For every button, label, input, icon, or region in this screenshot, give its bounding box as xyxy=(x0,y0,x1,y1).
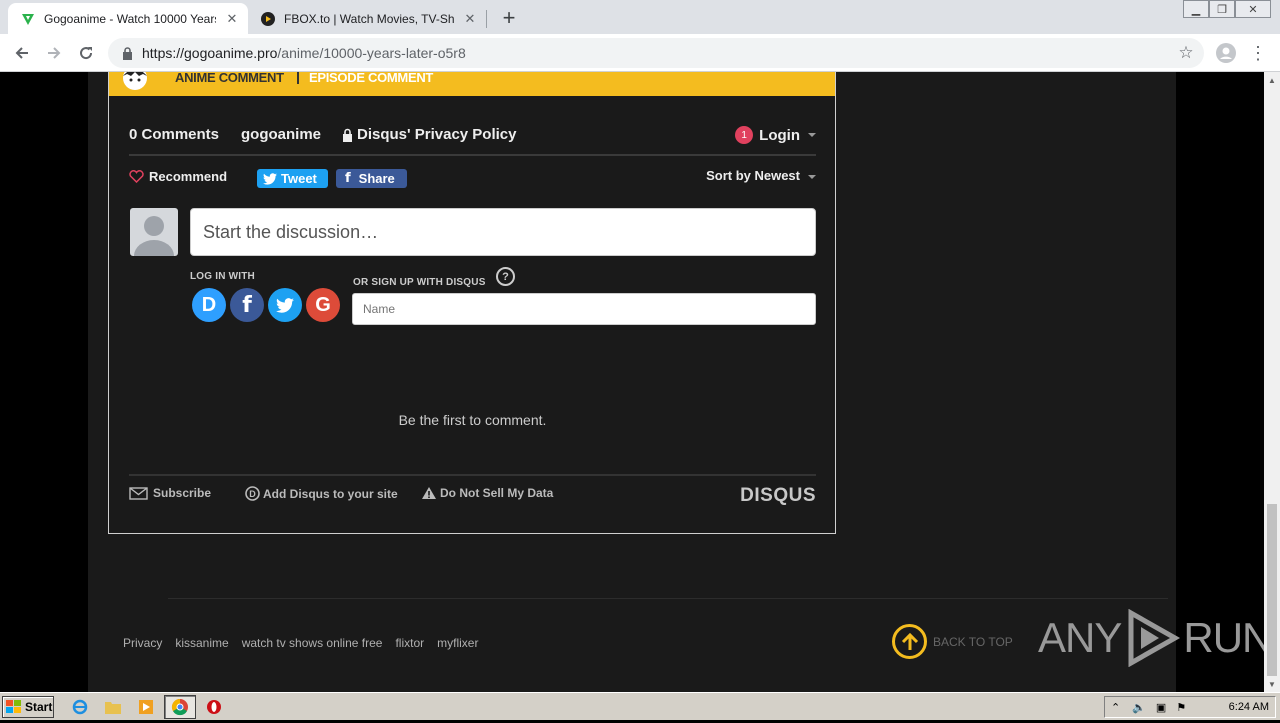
comment-input[interactable]: Start the discussion… xyxy=(190,208,816,256)
sort-dropdown[interactable]: Sort by Newest xyxy=(706,168,816,183)
comment-section: ANIME COMMENT EPISODE COMMENT 0 Comments… xyxy=(108,72,836,534)
back-arrow-icon[interactable] xyxy=(8,39,36,67)
start-button[interactable]: Start xyxy=(2,696,54,718)
tray-expand-icon[interactable]: ⌃ xyxy=(1111,701,1120,714)
windows-logo-icon xyxy=(6,700,21,713)
disqus-brand-logo[interactable]: DISQUS xyxy=(740,485,816,507)
name-field[interactable] xyxy=(352,293,816,325)
comment-tabs-bar: ANIME COMMENT EPISODE COMMENT xyxy=(109,72,835,96)
tab-title: FBOX.to | Watch Movies, TV-Shows xyxy=(284,11,454,26)
lock-icon xyxy=(343,128,352,142)
avatar xyxy=(130,208,178,256)
tab-divider xyxy=(297,72,299,84)
volume-icon[interactable]: 🔈 xyxy=(1132,701,1146,714)
menu-kebab-icon[interactable]: ⋮ xyxy=(1244,39,1272,67)
opera-icon[interactable] xyxy=(205,698,223,716)
url-text: https://gogoanime.pro/anime/10000-years-… xyxy=(142,45,466,61)
tab-title: Gogoanime - Watch 10000 Years Lat xyxy=(44,11,216,26)
back-to-top-button[interactable]: BACK TO TOP xyxy=(892,624,1013,659)
recommend-button[interactable]: Recommend xyxy=(129,169,227,184)
notification-badge: 1 xyxy=(735,126,754,144)
disqus-nav: 0 Comments gogoanime Disqus' Privacy Pol… xyxy=(129,126,816,156)
empty-thread-message: Be the first to comment. xyxy=(398,412,547,428)
forward-arrow-icon[interactable] xyxy=(40,39,68,67)
footer-link-kissanime[interactable]: kissanime xyxy=(175,636,228,650)
google-login-icon[interactable]: G xyxy=(306,288,340,322)
windows-taskbar: Start ⌃ 🔈 ▣ ⚑ 6:24 AM xyxy=(0,692,1280,720)
thread-actions: Recommend Tweet f Share Sort by Newest xyxy=(129,168,816,190)
fbox-favicon-icon xyxy=(260,11,276,27)
system-tray: ⌃ 🔈 ▣ ⚑ 6:24 AM xyxy=(1104,696,1276,718)
mascot-icon xyxy=(123,72,147,90)
heart-icon xyxy=(129,170,144,183)
facebook-login-icon[interactable]: f xyxy=(230,288,264,322)
help-icon[interactable]: ? xyxy=(496,267,515,286)
scrollbar-thumb[interactable] xyxy=(1267,504,1277,676)
share-button[interactable]: f Share xyxy=(336,169,407,188)
gogoanime-favicon-icon xyxy=(20,11,36,27)
address-bar[interactable]: https://gogoanime.pro/anime/10000-years-… xyxy=(108,38,1204,68)
tab-anime-comment[interactable]: ANIME COMMENT xyxy=(175,72,284,84)
lock-icon xyxy=(120,46,134,60)
page-viewport: ANIME COMMENT EPISODE COMMENT 0 Comments… xyxy=(0,72,1264,692)
clock[interactable]: 6:24 AM xyxy=(1229,701,1269,713)
do-not-sell-link[interactable]: Do Not Sell My Data xyxy=(421,486,553,500)
arrow-up-icon xyxy=(892,624,927,659)
media-player-icon[interactable] xyxy=(137,698,155,716)
browser-toolbar: https://gogoanime.pro/anime/10000-years-… xyxy=(0,34,1280,72)
minimize-window-icon[interactable]: ▁ xyxy=(1183,0,1209,18)
footer-divider xyxy=(168,598,1168,599)
footer-link-privacy[interactable]: Privacy xyxy=(123,636,162,650)
comment-count[interactable]: 0 Comments xyxy=(129,126,219,143)
disqus-thread: 0 Comments gogoanime Disqus' Privacy Pol… xyxy=(129,96,816,534)
chevron-down-icon xyxy=(808,174,816,179)
svg-text:D: D xyxy=(249,489,256,499)
tweet-button[interactable]: Tweet xyxy=(257,169,328,188)
sign-up-label: OR SIGN UP WITH DISQUS xyxy=(353,277,486,288)
flag-icon[interactable]: ⚑ xyxy=(1176,701,1186,714)
close-tab-icon[interactable]: ✕ xyxy=(222,9,242,29)
restore-window-icon[interactable]: ❐ xyxy=(1209,0,1235,18)
tab-episode-comment[interactable]: EPISODE COMMENT xyxy=(309,72,433,84)
tab-fbox[interactable]: FBOX.to | Watch Movies, TV-Shows ✕ xyxy=(248,3,486,34)
twitter-login-icon[interactable] xyxy=(268,288,302,322)
log-in-with-label: LOG IN WITH xyxy=(190,271,255,282)
chrome-taskbar-button[interactable] xyxy=(164,695,196,719)
add-disqus-link[interactable]: D Add Disqus to your site xyxy=(245,486,398,501)
tab-separator xyxy=(486,10,487,28)
network-icon[interactable]: ▣ xyxy=(1156,701,1166,714)
scroll-down-arrow-icon[interactable]: ▼ xyxy=(1264,676,1280,692)
anyrun-watermark-logo: ANY RUN xyxy=(1038,609,1264,667)
footer-link-flixtor[interactable]: flixtor xyxy=(395,636,424,650)
footer-links: Privacy kissanime watch tv shows online … xyxy=(123,636,491,650)
facebook-f-icon: f xyxy=(345,171,351,186)
footer-link-tv-shows[interactable]: watch tv shows online free xyxy=(242,636,383,650)
disqus-logo-icon: D xyxy=(245,486,260,501)
envelope-icon xyxy=(129,486,148,500)
subscribe-link[interactable]: Subscribe xyxy=(129,486,211,500)
close-window-icon[interactable]: ✕ xyxy=(1235,0,1271,18)
profile-avatar-icon[interactable] xyxy=(1212,39,1240,67)
chevron-down-icon xyxy=(808,133,816,137)
privacy-policy-link[interactable]: Disqus' Privacy Policy xyxy=(342,126,516,143)
community-name[interactable]: gogoanime xyxy=(241,126,321,143)
scroll-up-arrow-icon[interactable]: ▲ xyxy=(1264,72,1280,88)
new-tab-button[interactable]: + xyxy=(497,5,521,30)
reload-icon[interactable] xyxy=(72,39,100,67)
disqus-footer: Subscribe D Add Disqus to your site Do N… xyxy=(129,474,816,514)
page-scrollbar[interactable]: ▲ ▼ xyxy=(1264,72,1280,692)
login-dropdown[interactable]: 1 Login xyxy=(735,126,816,144)
tab-gogoanime[interactable]: Gogoanime - Watch 10000 Years Lat ✕ xyxy=(8,3,248,34)
disqus-login-icon[interactable]: D xyxy=(192,288,226,322)
warning-icon xyxy=(422,487,436,499)
login-label: Login xyxy=(759,126,800,144)
file-explorer-icon[interactable] xyxy=(104,698,122,716)
chrome-icon xyxy=(171,698,188,716)
twitter-bird-icon xyxy=(263,172,277,185)
footer-link-myflixer[interactable]: myflixer xyxy=(437,636,478,650)
browser-tabstrip: Gogoanime - Watch 10000 Years Lat ✕ FBOX… xyxy=(0,0,1280,34)
bookmark-star-icon[interactable]: ☆ xyxy=(1176,43,1196,63)
internet-explorer-icon[interactable] xyxy=(71,698,89,716)
close-tab-icon[interactable]: ✕ xyxy=(460,9,480,29)
